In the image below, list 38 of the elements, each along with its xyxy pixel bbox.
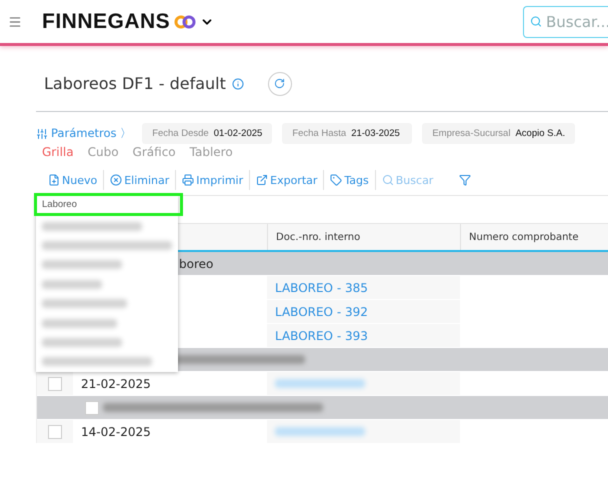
column-header[interactable]: Numero comprobante [460, 224, 608, 250]
export-icon [256, 174, 268, 186]
printer-icon [182, 174, 194, 186]
view-tab[interactable]: Grilla [42, 145, 74, 159]
delete-button[interactable]: Eliminar [103, 170, 176, 190]
view-tab[interactable]: Cubo [88, 145, 119, 159]
date-cell: 21-02-2025 [81, 376, 151, 390]
parameter-chip[interactable]: Fecha Hasta 21-03-2025 [282, 123, 412, 144]
date-cell: 14-02-2025 [81, 424, 151, 438]
tags-button[interactable]: Tags [323, 170, 375, 190]
group-label: boreo [179, 256, 214, 270]
parameter-chip[interactable]: Empresa-Sucursal Acopio S.A. [422, 123, 576, 144]
new-file-icon [48, 174, 60, 186]
checkbox[interactable] [85, 400, 99, 414]
checkbox[interactable] [48, 376, 62, 390]
search-icon [530, 15, 542, 28]
logo-icon [174, 14, 196, 28]
view-tab[interactable]: Gráfico [132, 145, 176, 159]
sliders-icon [36, 128, 48, 140]
parameters-link[interactable]: Parámetros 〉 [36, 126, 132, 141]
brand-logo-text: FINNEGANS [42, 10, 170, 34]
print-button[interactable]: Imprimir [175, 170, 250, 190]
tag-icon [330, 174, 342, 186]
new-button[interactable]: Nuevo [42, 170, 104, 190]
menu-icon[interactable] [8, 14, 22, 28]
parameter-chip[interactable]: Fecha Desde 01-02-2025 [142, 123, 272, 144]
page-title: Laboreos DF1 - default [44, 74, 226, 93]
checkbox[interactable] [48, 424, 62, 438]
filter-icon [459, 174, 472, 186]
info-icon[interactable] [232, 78, 244, 90]
export-button[interactable]: Exportar [249, 170, 324, 190]
search-icon [382, 174, 394, 186]
circle-x-icon [110, 174, 122, 186]
column-header[interactable]: Doc.-nro. interno [267, 224, 460, 250]
view-tab[interactable]: Tablero [190, 145, 233, 159]
menu-item[interactable]: Laboreo [36, 195, 181, 214]
refresh-icon [274, 78, 286, 89]
refresh-button[interactable] [268, 72, 292, 96]
